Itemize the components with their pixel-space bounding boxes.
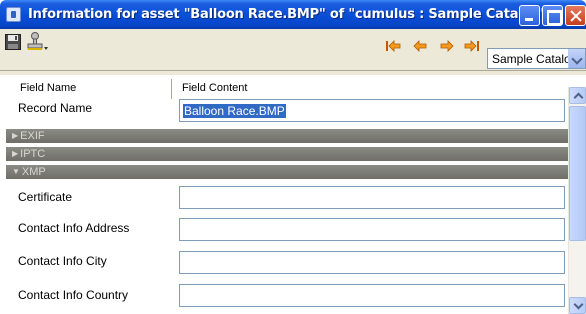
column-header-field-name[interactable]: Field Name [20, 82, 76, 98]
first-record-icon[interactable] [385, 40, 401, 52]
section-exif[interactable]: ▶ EXIF [6, 129, 568, 143]
xmp-field-label: Contact Info City [18, 254, 107, 268]
maximize-button[interactable] [542, 5, 563, 26]
xmp-field-label: Contact Info Address [18, 221, 130, 235]
chevron-down-icon[interactable] [568, 49, 585, 68]
save-icon[interactable] [5, 34, 21, 50]
column-divider[interactable] [171, 79, 172, 99]
collapse-arrow-icon: ▼ [12, 167, 20, 176]
minimize-button[interactable] [519, 5, 540, 26]
window-title: Information for asset "Balloon Race.BMP"… [28, 7, 547, 22]
section-label: XMP [21, 166, 46, 178]
column-header-field-content[interactable]: Field Content [182, 82, 247, 98]
header-divider [0, 70, 586, 71]
record-name-label: Record Name [18, 101, 93, 115]
record-name-field[interactable]: Balloon Race.BMP [179, 99, 565, 122]
catalog-select[interactable]: Sample Catalog [487, 48, 586, 69]
section-label: IPTC [20, 148, 46, 160]
record-name-value: Balloon Race.BMP [183, 104, 286, 118]
catalog-select-value: Sample Catalog [492, 52, 578, 66]
next-record-icon[interactable] [439, 40, 455, 52]
certificate-field[interactable] [179, 186, 565, 209]
close-button[interactable] [565, 5, 586, 26]
section-xmp[interactable]: ▼ XMP [6, 165, 568, 179]
contact-info-city-field[interactable] [179, 251, 565, 274]
xmp-field-label: Contact Info Country [18, 288, 129, 302]
xmp-field-label: Certificate [18, 190, 73, 204]
contact-info-country-field[interactable] [179, 284, 565, 307]
stamp-icon[interactable] [26, 32, 48, 52]
previous-record-icon[interactable] [412, 40, 428, 52]
section-iptc[interactable]: ▶ IPTC [6, 147, 568, 161]
scroll-up-icon[interactable] [569, 87, 586, 104]
expand-arrow-icon: ▶ [12, 149, 19, 158]
window-app-icon [6, 7, 21, 22]
expand-arrow-icon: ▶ [12, 131, 19, 140]
contact-info-address-field[interactable] [179, 218, 565, 241]
last-record-icon[interactable] [464, 40, 480, 52]
section-label: EXIF [20, 130, 45, 142]
title-bar[interactable]: Information for asset "Balloon Race.BMP"… [0, 0, 586, 29]
scroll-down-icon[interactable] [569, 297, 586, 314]
vertical-scrollbar[interactable] [568, 87, 586, 314]
scroll-thumb[interactable] [569, 106, 586, 241]
